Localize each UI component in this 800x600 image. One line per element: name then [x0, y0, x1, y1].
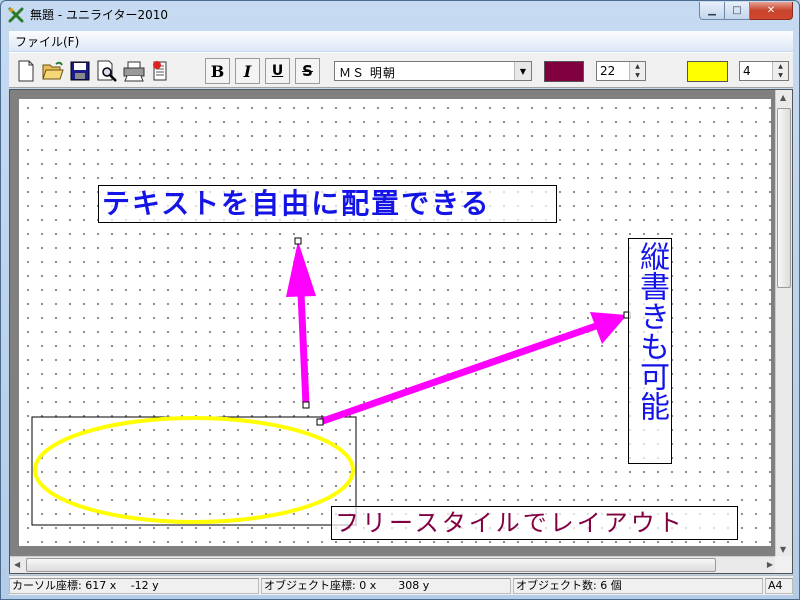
- status-paper-size: A4: [765, 578, 793, 594]
- text-object-freestyle[interactable]: フリースタイルでレイアウト: [331, 506, 738, 540]
- close-icon: ✕: [766, 5, 776, 16]
- maximize-button[interactable]: □: [725, 2, 750, 20]
- scroll-down-icon[interactable]: ▼: [780, 545, 786, 554]
- app-icon: [8, 7, 24, 23]
- horizontal-scrollbar[interactable]: ◀ ▶: [10, 556, 777, 573]
- status-object-coords: オブジェクト座標: 0 x 308 y: [261, 578, 511, 594]
- spin-down-icon[interactable]: ▼: [630, 71, 645, 80]
- status-bar: カーソル座標: 617 x -12 y オブジェクト座標: 0 x 308 y …: [9, 575, 793, 595]
- chevron-down-icon[interactable]: ▼: [514, 62, 531, 80]
- save-icon: [70, 61, 89, 81]
- open-button[interactable]: [40, 58, 65, 84]
- minimize-icon: ▁: [708, 5, 716, 16]
- save-button[interactable]: [67, 58, 92, 84]
- underline-button[interactable]: U: [265, 58, 290, 84]
- properties-icon: [152, 61, 166, 81]
- close-button[interactable]: ✕: [750, 2, 793, 20]
- menu-bar: ファイル(F): [9, 31, 793, 51]
- italic-icon: I: [243, 61, 252, 81]
- printer-icon: [123, 61, 144, 82]
- vertical-scrollbar[interactable]: ▲ ▼: [775, 90, 792, 557]
- properties-button[interactable]: [148, 58, 173, 84]
- bold-icon: B: [210, 61, 225, 81]
- bold-button[interactable]: B: [205, 58, 230, 84]
- scroll-up-icon[interactable]: ▲: [780, 93, 786, 102]
- fill-color-swatch[interactable]: [687, 61, 728, 82]
- underline-icon: U: [271, 63, 284, 79]
- line-width-value: 4: [743, 64, 751, 78]
- new-document-button[interactable]: [13, 58, 38, 84]
- status-cursor-coords: カーソル座標: 617 x -12 y: [9, 578, 259, 594]
- spin-up-icon[interactable]: ▲: [630, 62, 645, 71]
- font-select-value: ＭＳ 明朝: [339, 66, 396, 80]
- print-preview-button[interactable]: [94, 58, 119, 84]
- window-title: 無題 - ユニライター2010: [30, 8, 169, 22]
- new-document-icon: [18, 60, 33, 82]
- toolbar: B I U S ＭＳ 明朝 ▼ 22 ▲ ▼ 4 ▲ ▼: [9, 52, 793, 88]
- text-color-swatch[interactable]: [544, 61, 584, 82]
- vertical-scroll-thumb[interactable]: [777, 108, 791, 288]
- text-object-horizontal[interactable]: テキストを自由に配置できる: [98, 185, 557, 223]
- menu-file[interactable]: ファイル(F): [15, 33, 79, 50]
- italic-button[interactable]: I: [235, 58, 260, 84]
- spin-up-icon[interactable]: ▲: [773, 62, 788, 71]
- text-object-vertical[interactable]: 縦書きも可能: [628, 238, 672, 464]
- scroll-corner: [775, 556, 792, 573]
- font-select[interactable]: ＭＳ 明朝 ▼: [334, 61, 532, 81]
- print-button[interactable]: [121, 58, 146, 84]
- font-size-value: 22: [600, 64, 616, 78]
- line-width-spinner[interactable]: 4 ▲ ▼: [739, 61, 789, 81]
- maximize-icon: □: [732, 5, 742, 16]
- status-object-count: オブジェクト数: 6 個: [513, 578, 763, 594]
- strikethrough-icon: S: [302, 62, 313, 80]
- scroll-left-icon[interactable]: ◀: [14, 560, 20, 569]
- font-size-spinner[interactable]: 22 ▲ ▼: [596, 61, 646, 81]
- horizontal-scroll-thumb[interactable]: [26, 558, 716, 572]
- print-preview-icon: [97, 60, 117, 82]
- canvas-workspace[interactable]: ▲ ▼ ◀ ▶: [9, 89, 793, 574]
- app-window: 無題 - ユニライター2010 ▁ □ ✕ ファイル(F) B I U S ＭＳ…: [0, 0, 800, 600]
- spin-down-icon[interactable]: ▼: [773, 71, 788, 80]
- minimize-button[interactable]: ▁: [699, 2, 725, 20]
- title-bar[interactable]: 無題 - ユニライター2010 ▁ □ ✕: [1, 1, 799, 30]
- strikethrough-button[interactable]: S: [295, 58, 320, 84]
- open-folder-icon: [41, 61, 64, 80]
- scroll-right-icon[interactable]: ▶: [767, 560, 773, 569]
